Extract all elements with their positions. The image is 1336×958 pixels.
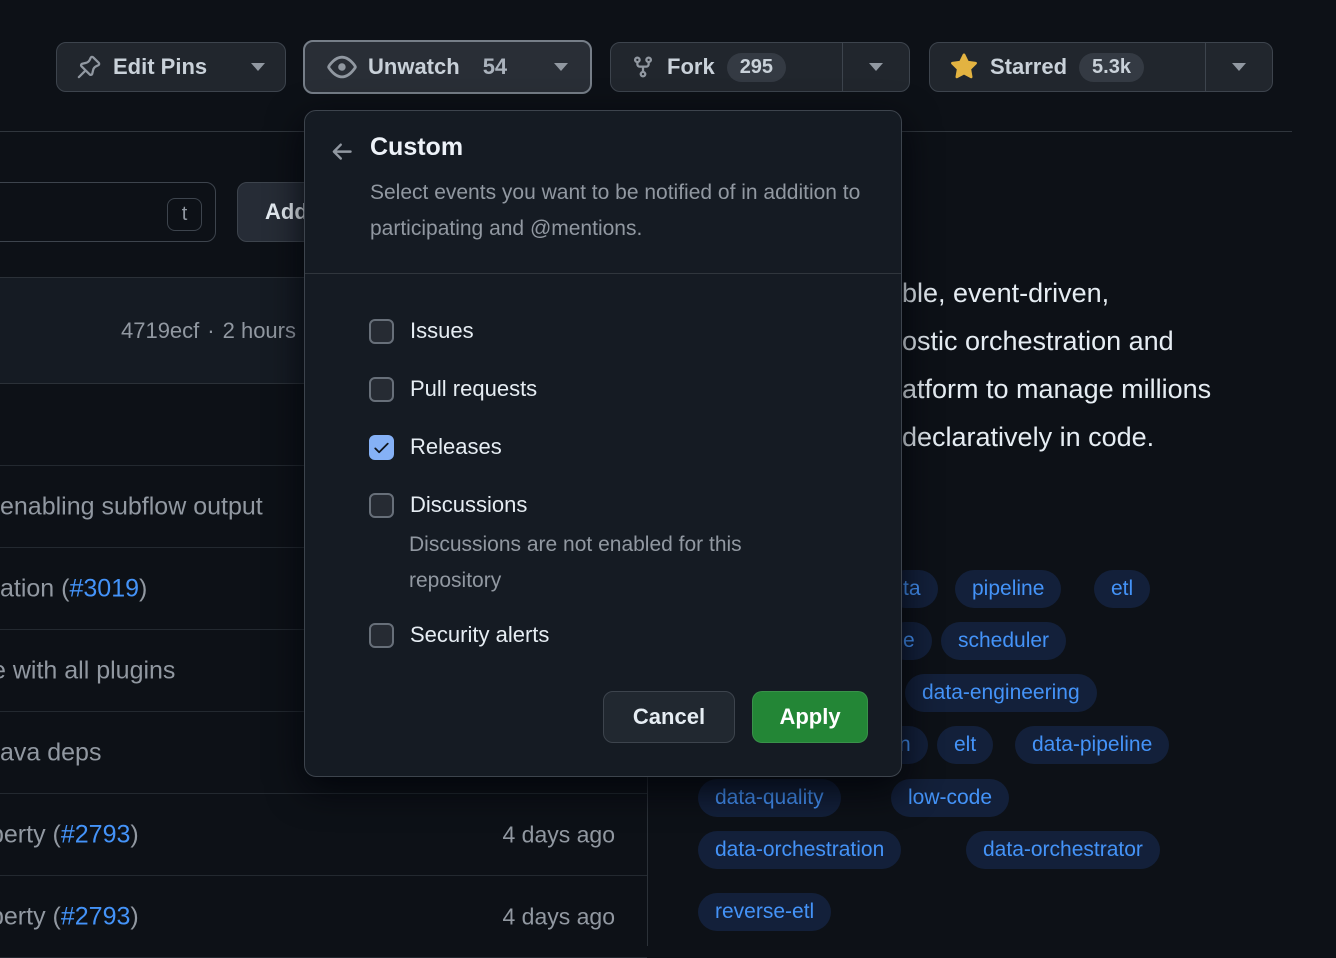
chevron-down-icon — [251, 63, 265, 71]
topic-tag[interactable]: data-pipeline — [1015, 726, 1169, 764]
topic-tag[interactable]: scheduler — [941, 622, 1066, 660]
commit-sha[interactable]: 4719ecf — [121, 318, 199, 344]
topic-tag[interactable]: etl — [1094, 570, 1150, 608]
issue-link[interactable]: #2793 — [61, 820, 131, 848]
issues-checkbox[interactable] — [369, 319, 394, 344]
unwatch-button[interactable]: Unwatch 54 — [303, 40, 592, 94]
pull-requests-checkbox[interactable] — [369, 377, 394, 402]
topic-tag[interactable]: low-code — [891, 779, 1009, 817]
topic-tag[interactable]: data-engineering — [905, 674, 1097, 712]
option-security-alerts[interactable]: Security alerts — [369, 622, 549, 648]
table-row[interactable]: perty (#2793) 4 days ago — [0, 794, 647, 876]
fork-icon — [631, 55, 655, 79]
edit-pins-label: Edit Pins — [113, 54, 207, 80]
about-description-line: declaratively in code. — [902, 422, 1154, 453]
topic-tag[interactable]: reverse-etl — [698, 893, 831, 931]
topic-tag[interactable]: data-quality — [698, 779, 841, 817]
topic-tag[interactable]: data-orchestrator — [966, 831, 1160, 869]
commit-date: 4 days ago — [502, 821, 615, 848]
security-alerts-checkbox[interactable] — [369, 623, 394, 648]
discussions-checkbox[interactable] — [369, 493, 394, 518]
pull-requests-label: Pull requests — [410, 376, 537, 402]
edit-pins-button[interactable]: Edit Pins — [56, 42, 286, 92]
fork-count-badge: 295 — [727, 53, 786, 82]
divider — [305, 273, 901, 274]
discussions-label: Discussions — [410, 492, 527, 518]
commit-message[interactable]: enabling subflow output — [0, 492, 263, 521]
fork-dropdown-button[interactable] — [843, 43, 909, 91]
unwatch-label: Unwatch — [368, 54, 460, 80]
commit-message[interactable]: ation (#3019) — [0, 574, 147, 603]
issue-link[interactable]: #2793 — [61, 902, 131, 930]
add-file-label: Add — [265, 199, 308, 225]
apply-button[interactable]: Apply — [752, 691, 868, 743]
chevron-down-icon — [1232, 63, 1246, 71]
commit-message[interactable]: ava deps — [0, 738, 101, 767]
commit-message[interactable]: perty (#2793) — [0, 820, 139, 849]
starred-button-group: Starred 5.3k — [929, 42, 1273, 92]
fork-label: Fork — [667, 54, 715, 80]
discussions-note: Discussions are not enabled for this rep… — [409, 527, 839, 599]
eye-icon — [327, 52, 357, 82]
star-icon — [950, 53, 978, 81]
starred-button[interactable]: Starred 5.3k — [930, 43, 1205, 91]
commit-message[interactable]: e with all plugins — [0, 656, 175, 685]
fork-button-group: Fork 295 — [610, 42, 910, 92]
star-dropdown-button[interactable] — [1206, 43, 1272, 91]
cancel-button[interactable]: Cancel — [603, 691, 735, 743]
option-pull-requests[interactable]: Pull requests — [369, 376, 537, 402]
topic-tag[interactable]: data-orchestration — [698, 831, 901, 869]
commit-message[interactable]: perty (#2793) — [0, 902, 139, 931]
starred-label: Starred — [990, 54, 1067, 80]
about-description-line: atform to manage millions — [902, 374, 1211, 405]
topic-tag[interactable]: elt — [937, 726, 993, 764]
commit-time: 2 hours — [223, 318, 296, 344]
fork-button[interactable]: Fork 295 — [611, 43, 842, 91]
panel-title: Custom — [370, 133, 463, 162]
option-discussions[interactable]: Discussions — [369, 492, 527, 518]
watch-count: 54 — [483, 54, 507, 80]
keyboard-shortcut-hint: t — [167, 198, 202, 231]
custom-watch-panel: Custom Select events you want to be noti… — [304, 110, 902, 777]
commit-date: 4 days ago — [502, 903, 615, 930]
topic-tag[interactable]: pipeline — [955, 570, 1061, 608]
panel-description: Select events you want to be notified of… — [370, 175, 870, 247]
pin-icon — [77, 55, 101, 79]
chevron-down-icon — [554, 63, 568, 71]
chevron-down-icon — [869, 63, 883, 71]
releases-label: Releases — [410, 434, 502, 460]
option-issues[interactable]: Issues — [369, 318, 474, 344]
releases-checkbox[interactable] — [369, 435, 394, 460]
back-arrow-button[interactable] — [329, 139, 355, 165]
about-description-line: ble, event-driven, — [902, 278, 1109, 309]
option-releases[interactable]: Releases — [369, 434, 502, 460]
commit-separator: · — [207, 318, 214, 344]
issue-link[interactable]: #3019 — [69, 574, 139, 602]
issues-label: Issues — [410, 318, 474, 344]
security-alerts-label: Security alerts — [410, 622, 549, 648]
star-count-badge: 5.3k — [1079, 53, 1144, 82]
about-description-line: ostic orchestration and — [902, 326, 1174, 357]
